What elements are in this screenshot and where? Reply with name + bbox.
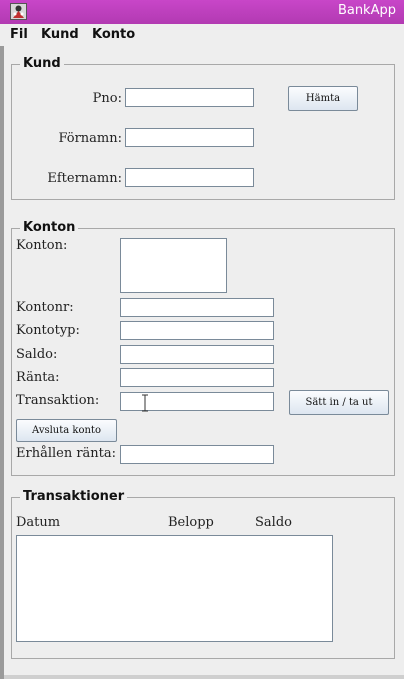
pno-label: Pno: xyxy=(92,91,122,106)
ranta-label: Ränta: xyxy=(16,370,60,385)
transaktion-label: Transaktion: xyxy=(16,393,100,408)
col-belopp-header: Belopp xyxy=(168,515,214,530)
erhallen-ranta-label: Erhållen ränta: xyxy=(16,446,117,461)
saldo-input[interactable] xyxy=(120,345,274,364)
hamta-button[interactable]: Hämta xyxy=(288,86,358,111)
kontotyp-input[interactable] xyxy=(120,321,274,340)
title-bar: BankApp xyxy=(0,0,404,24)
col-datum-header: Datum xyxy=(16,515,61,530)
ranta-input[interactable] xyxy=(120,368,274,387)
window-bottom-border xyxy=(4,675,404,679)
kontonr-input[interactable] xyxy=(120,298,274,317)
menu-file[interactable]: Fil xyxy=(10,27,28,42)
col-saldo-header: Saldo xyxy=(255,515,292,530)
fornamn-input[interactable] xyxy=(125,128,254,147)
kund-legend: Kund xyxy=(20,56,64,71)
konton-list-label: Konton: xyxy=(16,238,68,253)
transaktioner-list[interactable] xyxy=(16,535,333,642)
satt-in-ta-ut-button[interactable]: Sätt in / ta ut xyxy=(289,390,389,415)
konton-list[interactable] xyxy=(120,238,227,293)
menu-kund[interactable]: Kund xyxy=(41,27,79,42)
menu-konto[interactable]: Konto xyxy=(92,27,135,42)
kontonr-label: Kontonr: xyxy=(16,300,74,315)
menu-bar: Fil Kund Konto xyxy=(0,24,404,46)
saldo-label: Saldo: xyxy=(16,347,58,362)
efternamn-label: Efternamn: xyxy=(47,171,122,186)
fornamn-label: Förnamn: xyxy=(58,131,122,146)
app-icon[interactable] xyxy=(10,3,27,20)
window-left-border xyxy=(0,46,4,679)
efternamn-input[interactable] xyxy=(125,168,254,187)
avsluta-konto-button[interactable]: Avsluta konto xyxy=(16,419,117,442)
konton-legend: Konton xyxy=(20,220,79,235)
window-title: BankApp xyxy=(337,3,396,18)
text-cursor-icon xyxy=(142,394,148,412)
transaktioner-legend: Transaktioner xyxy=(20,489,128,504)
erhallen-ranta-input[interactable] xyxy=(120,445,274,464)
kontotyp-label: Kontotyp: xyxy=(16,323,80,338)
pno-input[interactable] xyxy=(125,88,254,107)
